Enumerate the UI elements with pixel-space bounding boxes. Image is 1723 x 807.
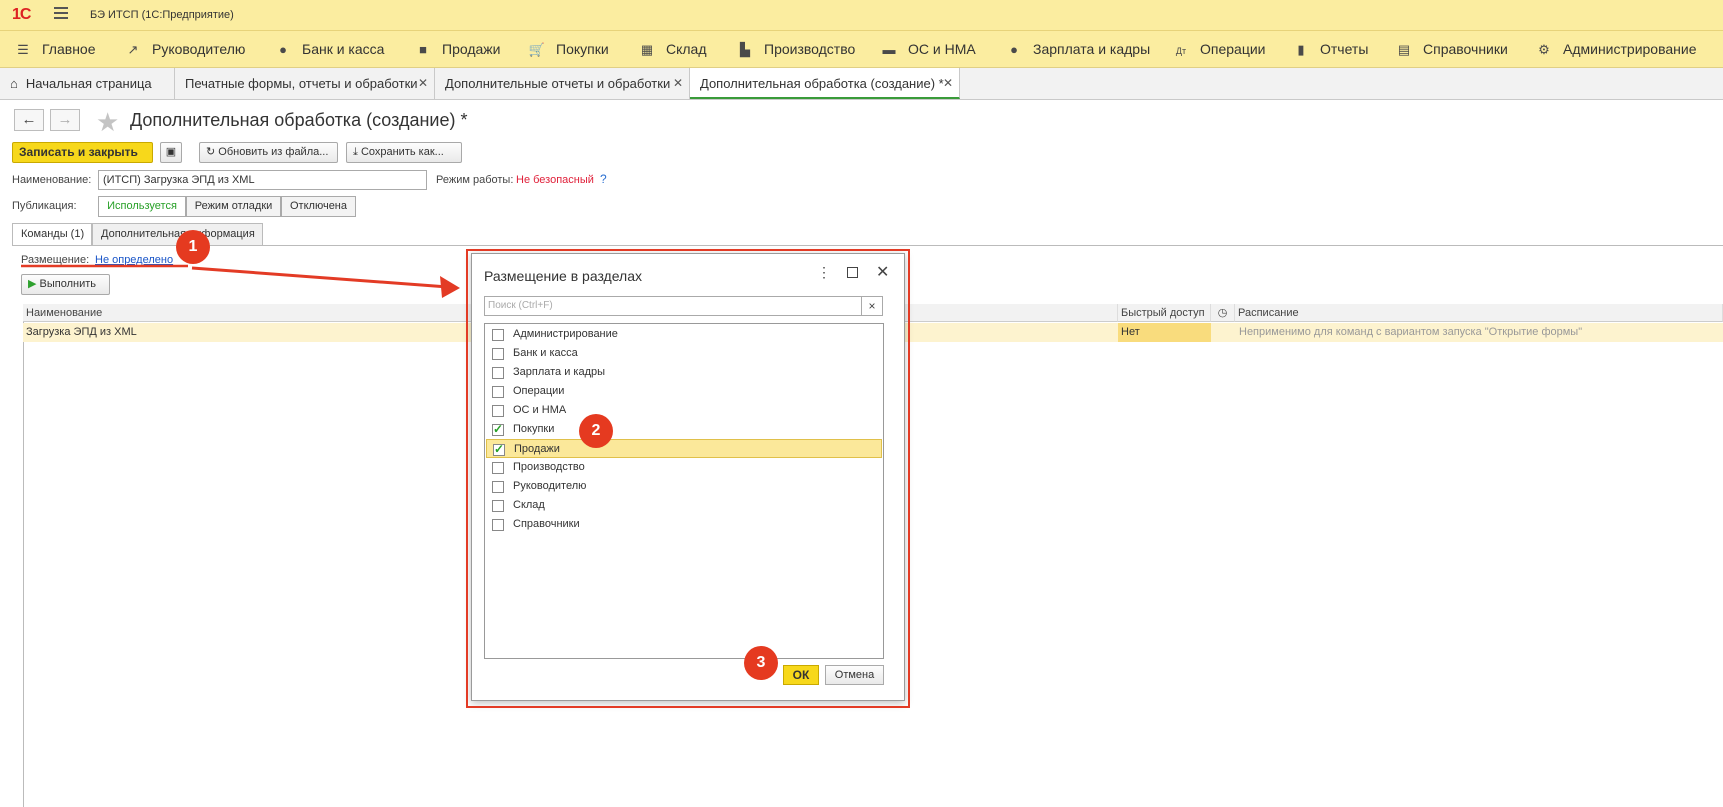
badge-3: 3 xyxy=(744,646,778,680)
annotation-overlay xyxy=(21,264,460,298)
arrow-head xyxy=(440,276,460,298)
badge-2: 2 xyxy=(579,414,613,448)
arrow-line xyxy=(191,266,449,289)
badge-1: 1 xyxy=(176,230,210,264)
